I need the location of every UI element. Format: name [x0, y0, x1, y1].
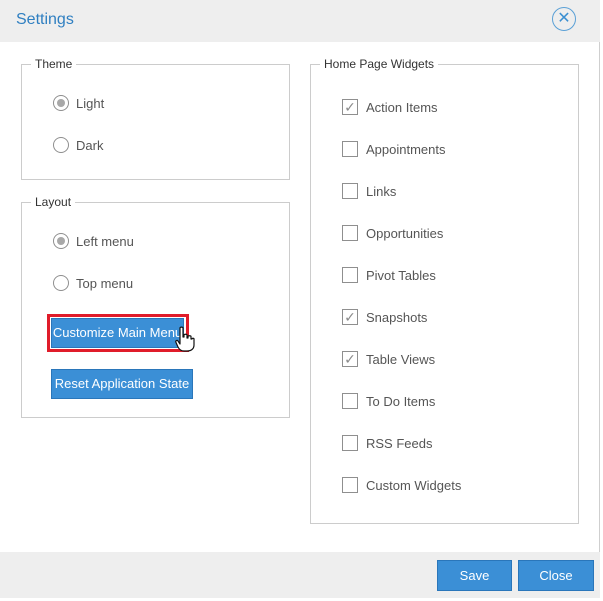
settings-dialog: Settings ✕ Theme Light Dark Layout Left …	[0, 0, 600, 598]
widget-item[interactable]: Appointments	[342, 141, 446, 157]
highlight-box	[47, 314, 189, 352]
layout-option-top-menu[interactable]: Top menu	[53, 275, 133, 291]
reset-application-state-button[interactable]: Reset Application State	[51, 369, 193, 399]
checkbox-icon[interactable]	[342, 183, 358, 199]
save-button[interactable]: Save	[437, 560, 512, 591]
radio-icon[interactable]	[53, 233, 69, 249]
theme-legend: Theme	[35, 57, 73, 71]
theme-option-dark[interactable]: Dark	[53, 137, 103, 153]
widget-item[interactable]: Opportunities	[342, 225, 443, 241]
theme-option-label: Light	[76, 95, 105, 111]
widget-label: Pivot Tables	[366, 267, 436, 283]
widget-label: Action Items	[366, 99, 438, 115]
widget-item[interactable]: Pivot Tables	[342, 267, 436, 283]
checkbox-checked-icon[interactable]: ✓	[342, 99, 358, 115]
theme-group: Theme	[21, 57, 290, 180]
widget-label: Links	[366, 183, 397, 199]
widget-item[interactable]: ✓ Table Views	[342, 351, 435, 367]
checkbox-icon[interactable]	[342, 225, 358, 241]
theme-option-label: Dark	[76, 137, 104, 153]
widget-item[interactable]: ✓ Action Items	[342, 99, 438, 115]
checkbox-checked-icon[interactable]: ✓	[342, 351, 358, 367]
radio-icon[interactable]	[53, 275, 69, 291]
home-page-widgets-group: Home Page Widgets	[310, 57, 579, 524]
layout-option-label: Top menu	[76, 275, 134, 291]
widget-item[interactable]: RSS Feeds	[342, 435, 432, 451]
widget-label: RSS Feeds	[366, 435, 433, 451]
dialog-titlebar: Settings ✕	[0, 0, 600, 42]
checkbox-icon[interactable]	[342, 435, 358, 451]
widget-label: Table Views	[366, 351, 436, 367]
radio-icon[interactable]	[53, 95, 69, 111]
layout-option-label: Left menu	[76, 233, 134, 249]
widget-item[interactable]: To Do Items	[342, 393, 435, 409]
dialog-title: Settings	[16, 11, 74, 28]
radio-icon[interactable]	[53, 137, 69, 153]
layout-legend: Layout	[35, 195, 72, 209]
dialog-footer: Save Close	[0, 552, 600, 598]
close-icon[interactable]: ✕	[552, 7, 576, 31]
widget-label: Opportunities	[366, 225, 444, 241]
hand-cursor-icon	[175, 326, 195, 352]
layout-option-left-menu[interactable]: Left menu	[53, 233, 134, 249]
widgets-legend: Home Page Widgets	[324, 57, 435, 71]
widget-label: Snapshots	[366, 309, 428, 325]
theme-option-light[interactable]: Light	[53, 95, 104, 111]
widget-item[interactable]: Links	[342, 183, 396, 199]
checkbox-icon[interactable]	[342, 267, 358, 283]
checkbox-icon[interactable]	[342, 477, 358, 493]
checkbox-icon[interactable]	[342, 141, 358, 157]
widget-item[interactable]: ✓ Snapshots	[342, 309, 427, 325]
widget-item[interactable]: Custom Widgets	[342, 477, 461, 493]
widget-label: Appointments	[366, 141, 446, 157]
widget-label: To Do Items	[366, 393, 436, 409]
close-button[interactable]: Close	[518, 560, 594, 591]
widget-label: Custom Widgets	[366, 477, 462, 493]
checkbox-checked-icon[interactable]: ✓	[342, 309, 358, 325]
checkbox-icon[interactable]	[342, 393, 358, 409]
